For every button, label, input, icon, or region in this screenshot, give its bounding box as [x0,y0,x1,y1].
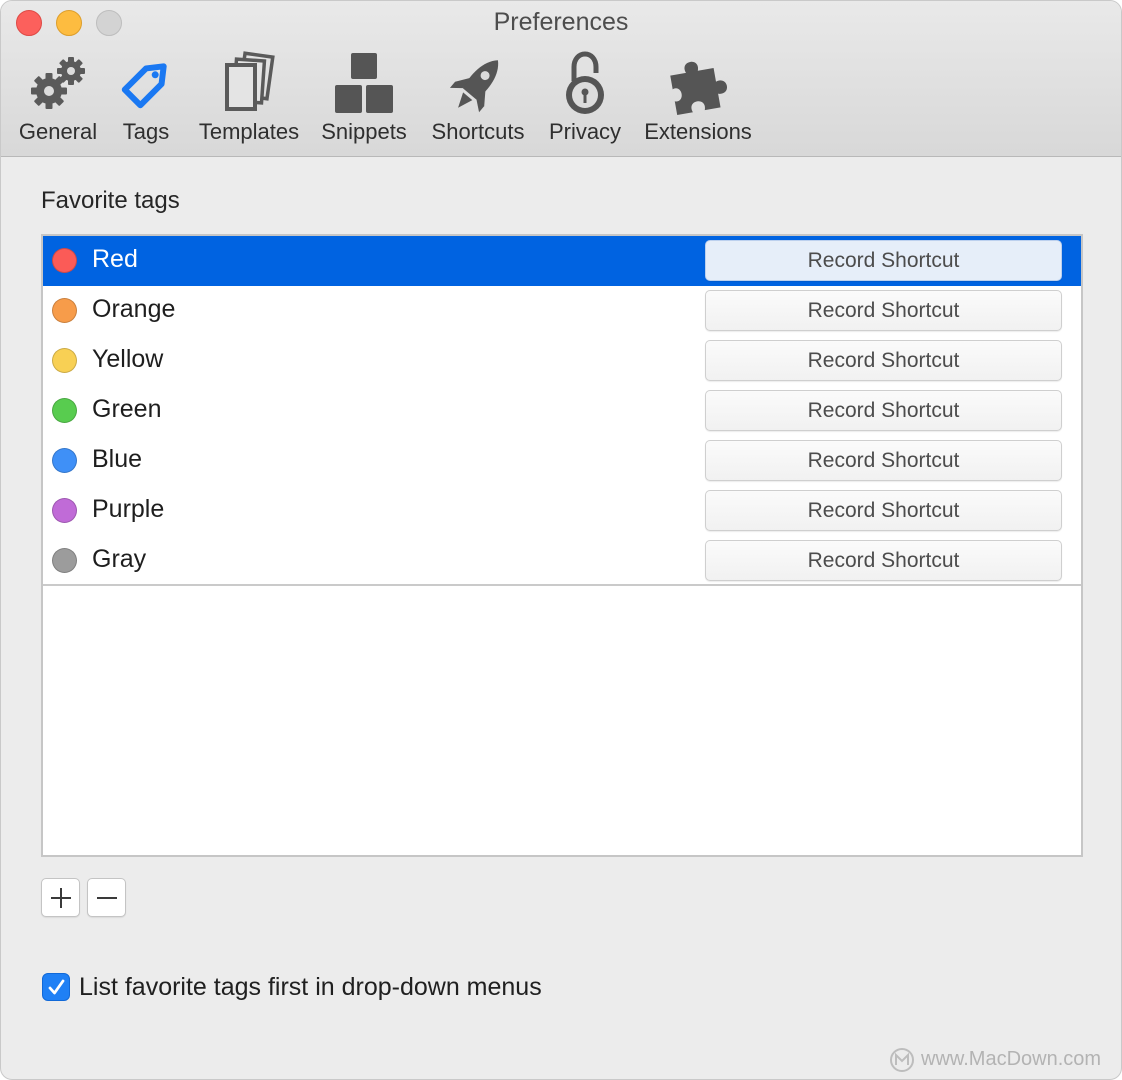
tab-extensions-label: Extensions [644,119,752,144]
tag-color-dot [52,548,77,573]
tag-row-purple[interactable]: Purple Record Shortcut [43,486,1081,536]
add-tag-button[interactable] [41,878,80,917]
rocket-icon [445,51,511,117]
tab-privacy-label: Privacy [548,119,622,144]
list-favorites-first-checkbox[interactable] [42,973,70,1001]
tag-color-dot [52,398,77,423]
tab-tags[interactable]: Tags [114,51,178,149]
tag-row-red[interactable]: Red Record Shortcut [43,236,1081,286]
minus-icon [97,897,117,899]
record-shortcut-button[interactable]: Record Shortcut [705,440,1062,481]
tag-name: Yellow [92,345,164,373]
watermark-text: www.MacDown.com [921,1048,1102,1070]
tab-snippets[interactable]: Snippets [315,51,413,149]
templates-icon [216,51,282,117]
tab-general[interactable]: General [15,51,101,149]
tag-color-dot [52,448,77,473]
tag-row-gray[interactable]: Gray Record Shortcut [43,536,1081,586]
macdown-logo-icon [890,1048,914,1072]
window-title: Preferences [493,8,629,36]
tag-row-orange[interactable]: Orange Record Shortcut [43,286,1081,336]
tag-name: Orange [92,295,176,323]
record-shortcut-button[interactable]: Record Shortcut [705,540,1062,581]
list-favorites-first-label: List favorite tags first in drop-down me… [79,973,542,1001]
remove-tag-button[interactable] [87,878,126,917]
tag-row-blue[interactable]: Blue Record Shortcut [43,436,1081,486]
plus-icon [51,888,71,908]
tab-general-label: General [18,119,98,144]
checkmark-icon [48,979,65,995]
toolbar: Preferences General Tags Templates Snipp… [1,1,1121,157]
tag-row-yellow[interactable]: Yellow Record Shortcut [43,336,1081,386]
record-shortcut-button[interactable]: Record Shortcut [705,240,1062,281]
tag-name: Gray [92,545,147,573]
tag-name: Purple [92,495,165,523]
preferences-window: Preferences General Tags Templates Snipp… [0,0,1122,1080]
tab-templates[interactable]: Templates [193,51,305,149]
section-title: Favorite tags [41,187,180,214]
tag-color-dot [52,498,77,523]
tag-name: Green [92,395,162,423]
tab-snippets-label: Snippets [321,119,407,144]
tag-name: Red [92,245,138,273]
tab-shortcuts-label: Shortcuts [431,119,525,144]
tag-name: Blue [92,445,143,473]
record-shortcut-button[interactable]: Record Shortcut [705,490,1062,531]
tag-row-green[interactable]: Green Record Shortcut [43,386,1081,436]
record-shortcut-button[interactable]: Record Shortcut [705,290,1062,331]
favorite-tags-list[interactable]: Red Record Shortcut Orange Record Shortc… [41,234,1083,857]
puzzle-icon [665,51,731,117]
snippets-icon [331,51,397,117]
tab-tags-label: Tags [122,119,170,144]
tab-extensions[interactable]: Extensions [638,51,758,149]
tag-icon [113,51,179,117]
tab-shortcuts[interactable]: Shortcuts [424,51,532,149]
tag-color-dot [52,298,77,323]
list-separator [43,584,1081,586]
padlock-icon [552,51,618,117]
record-shortcut-button[interactable]: Record Shortcut [705,390,1062,431]
record-shortcut-button[interactable]: Record Shortcut [705,340,1062,381]
tab-privacy[interactable]: Privacy [544,51,626,149]
tag-color-dot [52,248,77,273]
tag-color-dot [52,348,77,373]
gears-icon [25,51,91,117]
tab-templates-label: Templates [198,119,300,144]
